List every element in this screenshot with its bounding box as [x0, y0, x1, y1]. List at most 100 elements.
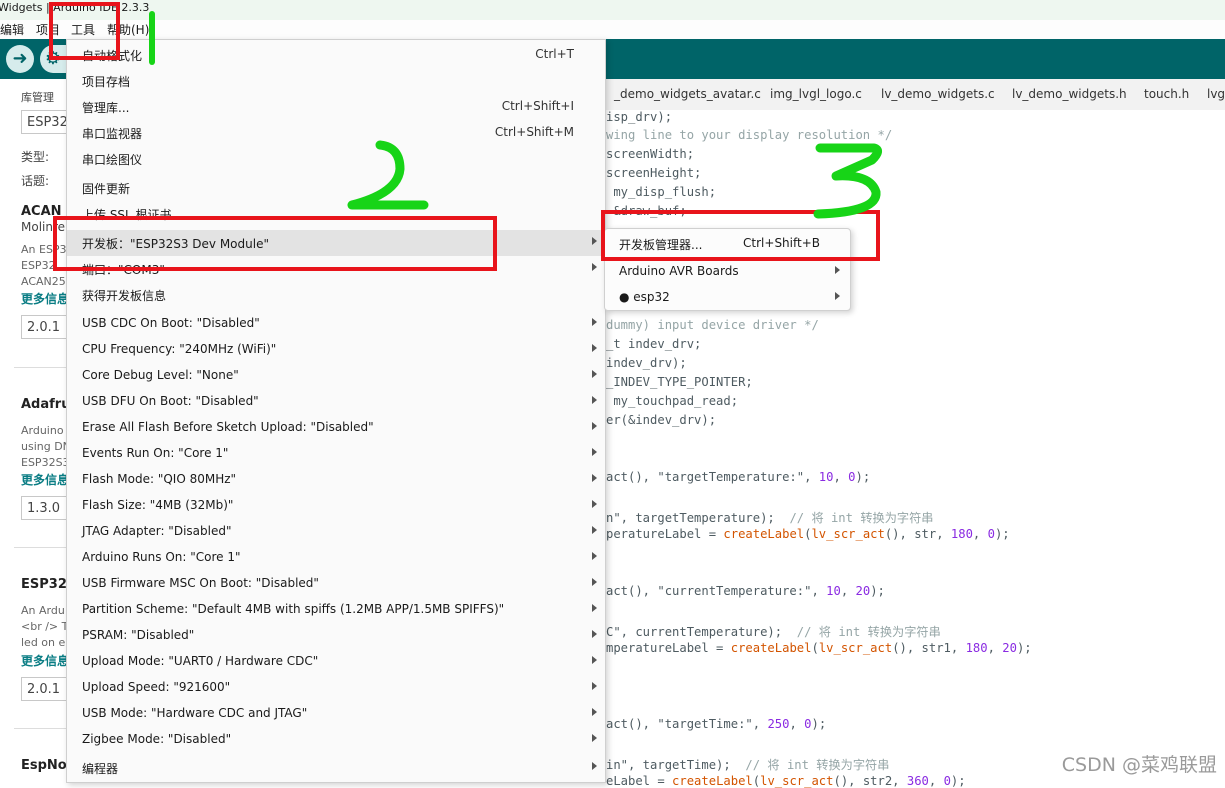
arrow-right-icon: ➜: [12, 48, 28, 69]
library-desc: ACAN25: [21, 275, 66, 288]
tools-menu-item-label: 固件更新: [82, 182, 131, 196]
type-filter-label: 类型:: [21, 150, 50, 164]
library-divider: [14, 547, 66, 548]
board-submenu-item[interactable]: Arduino AVR Boards: [605, 258, 850, 284]
topic-filter-label: 话题:: [21, 174, 50, 188]
submenu-arrow-icon: [592, 237, 597, 245]
board-submenu-item-label: Arduino AVR Boards: [619, 264, 739, 278]
tools-menu-item[interactable]: USB Firmware MSC On Boot: "Disabled": [67, 571, 605, 597]
library-version-select[interactable]: 2.0.1: [21, 315, 66, 339]
library-manager-panel: 库管理 ESP32 类型: 话题: ACAN Molinre An ESP3 E…: [0, 79, 66, 783]
tab-img-lvgl-logo[interactable]: img_lvgl_logo.c: [770, 87, 862, 101]
library-search-input[interactable]: ESP32: [21, 110, 66, 134]
tools-menu-item-label: USB Mode: "Hardware CDC and JTAG": [82, 706, 308, 720]
submenu-arrow-icon: [592, 263, 597, 271]
code-line: my_disp_flush;: [606, 185, 717, 199]
tools-menu-item[interactable]: USB CDC On Boot: "Disabled": [67, 311, 605, 337]
code-line: _t indev_drv;: [606, 337, 702, 351]
tools-menu-item[interactable]: USB DFU On Boot: "Disabled": [67, 389, 605, 415]
shortcut-hint: Ctrl+Shift+I: [501, 99, 574, 113]
tab-avatar[interactable]: _demo_widgets_avatar.c: [614, 87, 761, 101]
tools-menu-item-label: CPU Frequency: "240MHz (WiFi)": [82, 342, 277, 356]
library-manager-heading: 库管理: [21, 91, 54, 104]
tools-menu-item-label: Events Run On: "Core 1": [82, 446, 229, 460]
tools-menu-item[interactable]: 项目存档: [67, 68, 605, 94]
board-submenu-item[interactable]: ● esp32: [605, 284, 850, 310]
library-more-info-link[interactable]: 更多信息: [21, 652, 66, 669]
annotation-number-2: [347, 140, 429, 210]
tools-menu-item[interactable]: USB Mode: "Hardware CDC and JTAG": [67, 701, 605, 727]
submenu-arrow-icon: [592, 630, 597, 638]
library-desc: ESP32S3: [21, 456, 66, 469]
library-desc: Arduino: [21, 424, 64, 437]
tab-lvgl[interactable]: lvgl: [1207, 87, 1225, 101]
submenu-arrow-icon: [592, 344, 597, 352]
tools-menu-item-label: USB DFU On Boot: "Disabled": [82, 394, 259, 408]
library-search-value: ESP32: [27, 115, 66, 130]
library-version-select[interactable]: 1.3.0: [21, 496, 66, 520]
tools-menu-item[interactable]: Arduino Runs On: "Core 1": [67, 545, 605, 571]
library-more-info-link[interactable]: 更多信息: [21, 471, 66, 488]
tools-menu-item[interactable]: Flash Size: "4MB (32Mb)": [67, 493, 605, 519]
tools-menu-item[interactable]: 固件更新: [67, 175, 605, 201]
submenu-arrow-icon: [592, 396, 597, 404]
code-line: dummy) input device driver */: [606, 318, 819, 332]
library-version-value: 2.0.1: [27, 682, 61, 697]
code-line: peratureLabel = createLabel(lv_scr_act()…: [606, 527, 1010, 541]
submenu-arrow-icon: [592, 448, 597, 456]
tools-menu-item-label: Zigbee Mode: "Disabled": [82, 732, 232, 746]
tools-menu-item[interactable]: Erase All Flash Before Sketch Upload: "D…: [67, 415, 605, 441]
submenu-arrow-icon: [592, 578, 597, 586]
submenu-arrow-icon: [592, 604, 597, 612]
submenu-arrow-icon: [592, 370, 597, 378]
tools-menu-item-label: 编程器: [82, 762, 119, 776]
submenu-arrow-icon: [592, 762, 597, 770]
tools-menu-item[interactable]: Upload Mode: "UART0 / Hardware CDC": [67, 649, 605, 675]
tools-menu-item[interactable]: Core Debug Level: "None": [67, 363, 605, 389]
library-desc: <br /> Th: [21, 620, 66, 633]
tab-touch-h[interactable]: touch.h: [1144, 87, 1189, 101]
code-line: eLabel = createLabel(lv_scr_act(), str2,…: [606, 774, 966, 788]
code-line: _INDEV_TYPE_POINTER;: [606, 375, 753, 389]
tools-menu-item[interactable]: 串口绘图仪: [67, 146, 605, 172]
upload-button[interactable]: ➜: [6, 45, 34, 73]
annotation-number-1: [149, 11, 155, 65]
tab-lv-demo-widgets-c[interactable]: lv_demo_widgets.c: [881, 87, 995, 101]
code-line: screenWidth;: [606, 147, 695, 161]
tools-menu-item[interactable]: Partition Scheme: "Default 4MB with spif…: [67, 597, 605, 623]
annotation-box-board-item: [53, 216, 497, 271]
code-line: my_touchpad_read;: [606, 394, 739, 408]
submenu-arrow-icon: [592, 656, 597, 664]
tools-menu-item[interactable]: JTAG Adapter: "Disabled": [67, 519, 605, 545]
tools-menu-item[interactable]: PSRAM: "Disabled": [67, 623, 605, 649]
tools-menu-item-label: 串口绘图仪: [82, 153, 143, 167]
submenu-arrow-icon: [592, 318, 597, 326]
code-line: C", currentTemperature); // 将 int 转换为字符串: [606, 625, 941, 639]
library-version-select[interactable]: 2.0.1: [21, 677, 66, 701]
tools-menu-item[interactable]: Zigbee Mode: "Disabled": [67, 727, 605, 753]
tools-menu: 自动格式化 Ctrl+T 项目存档 管理库... Ctrl+Shift+I 串口监视器 Ct…: [66, 39, 606, 783]
library-desc: using DN: [21, 440, 66, 453]
code-line: isp_drv);: [606, 110, 673, 124]
code-line: indev_drv);: [606, 356, 687, 370]
tools-menu-item-label: 管理库...: [82, 101, 130, 115]
code-line: mperatureLabel = createLabel(lv_scr_act(…: [606, 641, 1032, 655]
library-more-info-link[interactable]: 更多信息: [21, 290, 66, 307]
tools-menu-item[interactable]: 获得开发板信息: [67, 282, 605, 308]
tools-menu-item[interactable]: Events Run On: "Core 1": [67, 441, 605, 467]
watermark: CSDN @菜鸡联盟: [1061, 754, 1217, 776]
code-line: screenHeight;: [606, 166, 702, 180]
submenu-arrow-icon: [592, 734, 597, 742]
tools-menu-item[interactable]: 编程器: [67, 755, 605, 781]
library-divider: [14, 367, 66, 368]
tools-menu-item[interactable]: Upload Speed: "921600": [67, 675, 605, 701]
library-name: Adafru: [21, 397, 66, 412]
tools-menu-item[interactable]: 管理库... Ctrl+Shift+I: [67, 94, 605, 120]
tab-lv-demo-widgets-h[interactable]: lv_demo_widgets.h: [1012, 87, 1127, 101]
tools-menu-item[interactable]: CPU Frequency: "240MHz (WiFi)": [67, 337, 605, 363]
tools-menu-item[interactable]: Flash Mode: "QIO 80MHz": [67, 467, 605, 493]
menu-edit[interactable]: 编辑: [0, 21, 24, 38]
tools-menu-item[interactable]: 串口监视器 Ctrl+Shift+M: [67, 120, 605, 146]
tools-menu-item-label: USB CDC On Boot: "Disabled": [82, 316, 260, 330]
code-line: act(), "targetTemperature:", 10, 0);: [606, 470, 871, 484]
